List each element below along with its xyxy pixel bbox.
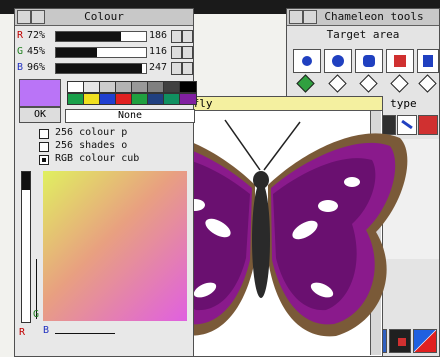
b-axis-arrow bbox=[55, 333, 115, 334]
none-button[interactable]: None bbox=[65, 109, 195, 123]
channel-slider-fill bbox=[56, 32, 121, 41]
target-tool-1[interactable] bbox=[293, 49, 321, 73]
increment-icon[interactable] bbox=[182, 62, 193, 75]
target-tool-5[interactable] bbox=[417, 49, 439, 73]
vertical-slider-fill bbox=[22, 172, 30, 190]
target-tool-1-icon bbox=[302, 56, 312, 66]
channel-slider[interactable] bbox=[55, 47, 147, 58]
window-title: Chameleon tools bbox=[324, 10, 424, 23]
decrement-icon[interactable] bbox=[171, 30, 182, 43]
channel-slider[interactable] bbox=[55, 63, 147, 74]
channel-row-r: R 72% 186 bbox=[15, 29, 193, 43]
channel-slider[interactable] bbox=[55, 31, 147, 42]
channel-letter: B bbox=[17, 62, 24, 73]
colour-window: Colour R 72% 186 G 45% 116 B 96% 247 OK None 256… bbox=[14, 8, 197, 357]
channel-letter: R bbox=[17, 30, 24, 41]
target-area-panel bbox=[287, 45, 439, 101]
target-area-label: Target area bbox=[326, 28, 400, 41]
checked-box-icon[interactable] bbox=[39, 155, 49, 165]
diamond-icon[interactable] bbox=[390, 74, 409, 93]
channel-slider-fill bbox=[56, 48, 97, 57]
channel-row-b: B 96% 247 bbox=[15, 61, 193, 75]
target-tool-4[interactable] bbox=[386, 49, 414, 73]
diamond-icon[interactable] bbox=[418, 74, 437, 93]
option-label: 256 colour p bbox=[55, 127, 128, 138]
rgb-colour-cube[interactable] bbox=[43, 171, 187, 321]
option-label: 256 shades o bbox=[55, 140, 128, 151]
image-title-bar: rfly bbox=[186, 97, 382, 111]
channel-value: 247 bbox=[149, 62, 168, 73]
close-icon[interactable] bbox=[303, 10, 317, 24]
palette-swatch[interactable] bbox=[179, 93, 197, 105]
colour-title-bar: Colour bbox=[15, 9, 193, 26]
close-icon[interactable] bbox=[31, 10, 45, 24]
colour-preview bbox=[19, 79, 61, 107]
palette-swatch[interactable] bbox=[179, 81, 197, 93]
channel-percent: 72% bbox=[27, 30, 46, 41]
option-label: RGB colour cub bbox=[55, 153, 140, 164]
increment-icon[interactable] bbox=[182, 30, 193, 43]
g-axis-label: G bbox=[33, 309, 40, 320]
target-tool-3-icon bbox=[363, 55, 375, 67]
vertical-slider[interactable] bbox=[21, 171, 31, 323]
back-icon[interactable] bbox=[17, 10, 31, 24]
action-tool-red-icon[interactable] bbox=[418, 115, 438, 135]
decrement-icon[interactable] bbox=[171, 46, 182, 59]
channel-row-g: G 45% 116 bbox=[15, 45, 193, 59]
back-icon[interactable] bbox=[289, 10, 303, 24]
target-tool-3[interactable] bbox=[355, 49, 383, 73]
channel-slider-fill bbox=[56, 64, 143, 73]
channel-value: 116 bbox=[149, 46, 168, 57]
ok-button[interactable]: OK bbox=[19, 107, 61, 123]
r-axis-label: R bbox=[19, 327, 26, 338]
channel-percent: 45% bbox=[27, 46, 46, 57]
channel-letter: G bbox=[17, 46, 24, 57]
target-tool-2[interactable] bbox=[324, 49, 352, 73]
increment-icon[interactable] bbox=[182, 46, 193, 59]
target-tool-5-icon bbox=[423, 55, 433, 67]
checkbox-icon[interactable] bbox=[39, 142, 49, 152]
decrement-icon[interactable] bbox=[171, 62, 182, 75]
target-tool-4-icon bbox=[394, 55, 406, 67]
diamond-icon[interactable] bbox=[359, 74, 378, 93]
diamond-selected-icon[interactable] bbox=[296, 74, 315, 93]
diamond-icon[interactable] bbox=[328, 74, 347, 93]
b-axis-label: B bbox=[43, 325, 50, 336]
channel-percent: 96% bbox=[27, 62, 46, 73]
channel-value: 186 bbox=[149, 30, 168, 41]
target-tool-2-icon bbox=[332, 55, 344, 67]
checkbox-icon[interactable] bbox=[39, 129, 49, 139]
